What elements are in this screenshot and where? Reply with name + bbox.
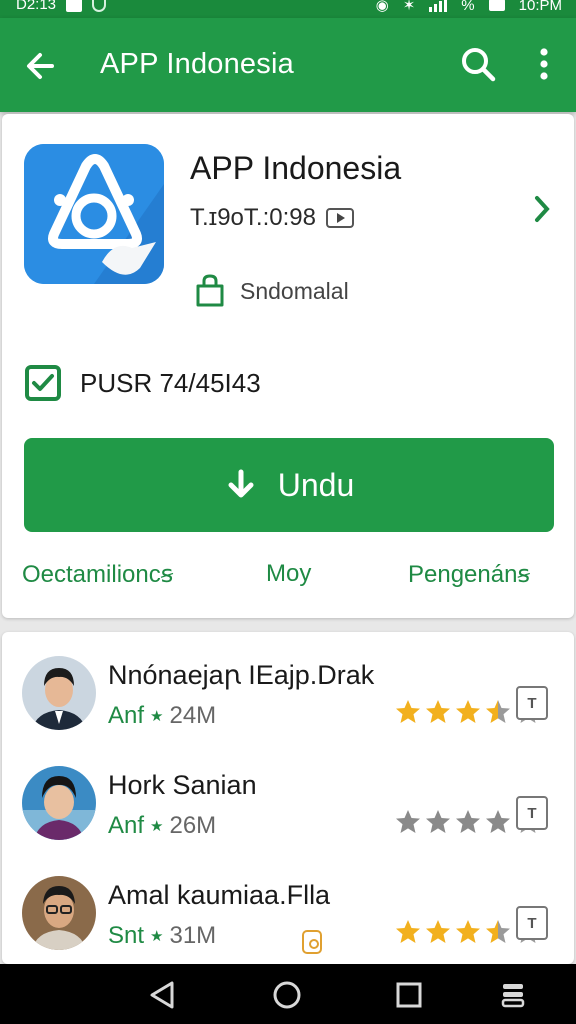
app-logo-icon	[24, 144, 164, 284]
star-icon	[486, 810, 510, 833]
more-vert-icon[interactable]	[528, 44, 560, 84]
avatar	[22, 876, 96, 950]
search-icon[interactable]	[458, 44, 498, 84]
tab-moy[interactable]: Moy	[266, 560, 311, 588]
nav-menu-icon[interactable]	[496, 978, 530, 1012]
reviewer-meta: Snt ★ 31M	[108, 922, 216, 950]
list-item[interactable]: Nnónaejaꞃ IEajp.Drak Anf ★ 24M T	[2, 632, 574, 742]
avatar	[22, 766, 96, 840]
video-badge-icon	[325, 208, 354, 228]
tab-reviews[interactable]: Pengenánꞩ	[408, 560, 530, 589]
developer-name: Sndomalal	[240, 277, 349, 304]
status-clock: 10:PM	[518, 0, 562, 14]
list-item[interactable]: Amal kaumiaa.Flla Snt ★ 31M T	[2, 852, 574, 962]
chevron-right-icon[interactable]	[530, 192, 554, 226]
wifi-icon: ◉	[375, 0, 389, 14]
reviewer-count: 26M	[169, 812, 217, 839]
star-icon	[456, 920, 480, 943]
avatar	[22, 656, 96, 730]
star-icon	[396, 700, 420, 723]
checkbox-icon[interactable]	[24, 364, 62, 402]
status-time: D2:13	[16, 0, 57, 13]
install-button[interactable]: Undu	[24, 438, 554, 532]
reviewer-meta: Anf ★ 26M	[108, 812, 216, 840]
detail-tabs: Oectamilioncꞩ Moy Pengenánꞩ	[2, 560, 574, 600]
translate-button[interactable]: T	[516, 796, 548, 830]
app-icon[interactable]	[24, 144, 164, 284]
list-item[interactable]: Hork Sanian Anf ★ 26M T	[2, 742, 574, 852]
star-icon	[426, 700, 450, 723]
app-name: APP Indonesia	[190, 150, 402, 186]
notification-icon	[66, 0, 83, 12]
star-icon	[426, 810, 450, 833]
star-icon	[396, 920, 420, 943]
developer-row[interactable]: Sndomalal	[194, 274, 349, 308]
signal-icon	[429, 0, 448, 12]
translate-button[interactable]: T	[516, 906, 548, 940]
tab-details[interactable]: Oectamilioncꞩ	[22, 560, 173, 589]
small-star-icon: ★	[150, 818, 164, 835]
battery-percent: %	[461, 0, 475, 14]
status-bar: D2:13 ◉ ✶ % 10:PM	[0, 0, 576, 18]
back-arrow-icon[interactable]	[22, 46, 62, 86]
pusr-row: PUSR 74/45I43	[24, 364, 261, 402]
navigation-bar	[0, 964, 576, 1024]
download-icon	[228, 469, 254, 498]
shopping-bag-icon	[196, 274, 224, 307]
app-version-row: T.ɪ9oT.:0:98	[190, 204, 354, 232]
nav-back-icon[interactable]	[146, 978, 180, 1012]
star-icon	[426, 920, 450, 943]
star-icon	[486, 920, 510, 943]
reviewer-name: Amal kaumiaa.Flla	[108, 880, 331, 910]
nav-recents-icon[interactable]	[392, 978, 426, 1012]
star-icon	[486, 700, 510, 723]
reviewer-name: Nnónaejaꞃ IEajp.Drak	[108, 660, 375, 690]
pusr-text: PUSR 74/45I43	[80, 367, 261, 398]
shield-icon	[92, 0, 107, 12]
star-icon	[456, 700, 480, 723]
translate-button[interactable]: T	[516, 686, 548, 720]
reviewer-tag: Anf	[108, 702, 145, 729]
reviewer-tag: Snt	[108, 922, 145, 949]
reviewer-name: Hork Sanian	[108, 770, 257, 800]
app-version: T.ɪ9oT.:0:98	[190, 204, 316, 231]
star-icon	[456, 810, 480, 833]
reviews-card: Nnónaejaꞃ IEajp.Drak Anf ★ 24M T Hork Sa…	[2, 632, 574, 964]
app-bar: APP Indonesia	[0, 18, 576, 112]
reviewer-meta: Anf ★ 24M	[108, 702, 216, 730]
network-icon: ✶	[402, 0, 416, 14]
badge-icon	[302, 930, 322, 954]
app-bar-title: APP Indonesia	[100, 48, 294, 80]
app-details-card: APP Indonesia T.ɪ9oT.:0:98 Sndomalal PUS…	[2, 114, 574, 618]
reviewer-count: 24M	[169, 702, 217, 729]
small-star-icon: ★	[150, 708, 164, 725]
small-star-icon: ★	[150, 928, 164, 945]
reviewer-tag: Anf	[108, 812, 145, 839]
reviewer-count: 31M	[169, 922, 217, 949]
battery-icon	[488, 0, 505, 11]
star-icon	[396, 810, 420, 833]
install-button-label: Undu	[277, 466, 355, 503]
nav-home-icon[interactable]	[270, 978, 304, 1012]
